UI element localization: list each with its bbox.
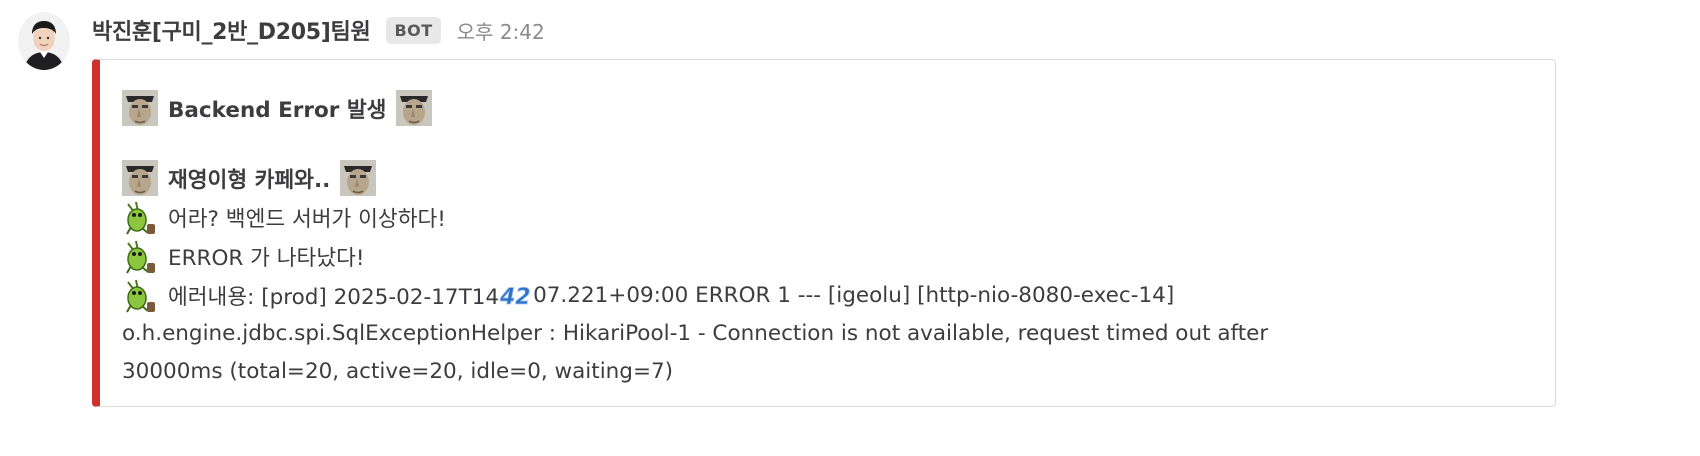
avatar[interactable]: [18, 12, 70, 70]
message-header: 박진훈[구미_2반_D205]팀원 BOT 오후 2:42: [92, 12, 545, 48]
emoji-42-text: 42: [499, 285, 531, 308]
bot-badge: BOT: [386, 16, 441, 44]
attachment-title: Backend Error 발생: [122, 88, 1535, 128]
attachment-subtitle: 재영이형 카페와..: [122, 158, 1535, 198]
timestamp[interactable]: 오후 2:42: [457, 16, 545, 45]
error-detail-line-3: 30000ms (total=20, active=20, idle=0, wa…: [122, 359, 674, 384]
face-emoji-icon: [396, 90, 433, 126]
username[interactable]: 박진훈[구미_2반_D205]팀원: [92, 14, 371, 46]
attachment-title-text: Backend Error 발생: [168, 97, 387, 123]
attachment-line: 어라? 백엔드 서버가 이상하다!: [122, 198, 1535, 237]
attachment-line: ERROR 가 나타났다!: [122, 237, 1535, 276]
number-42-emoji-icon: 42: [499, 284, 533, 310]
face-emoji-icon: [340, 160, 377, 196]
chat-message: 박진훈[구미_2반_D205]팀원 BOT 오후 2:42 Backend Er…: [0, 0, 1700, 456]
error-detail-line: 에러내용: [prod] 2025-02-17T14 42 07.221+09:…: [122, 276, 1535, 315]
error-detail-line-2: o.h.engine.jdbc.spi.SqlExceptionHelper :…: [122, 321, 1269, 346]
face-emoji-icon: [122, 90, 158, 126]
bug-emoji-icon: [122, 239, 158, 275]
error-prefix-text: 에러내용: [prod] 2025-02-17T14: [168, 285, 500, 310]
message-attachment: Backend Error 발생 재영이형 카페와.. 어라? 백엔드 서버가 …: [92, 59, 1556, 407]
error-rest-text: 07.221+09:00 ERROR 1 --- [igeolu] [http-…: [533, 283, 1175, 308]
attachment-body: Backend Error 발생 재영이형 카페와.. 어라? 백엔드 서버가 …: [122, 88, 1535, 391]
attachment-subtitle-text: 재영이형 카페와..: [168, 167, 331, 193]
attachment-line-text: 어라? 백엔드 서버가 이상하다!: [168, 207, 446, 232]
bug-emoji-icon: [122, 200, 158, 236]
attachment-line-text: ERROR 가 나타났다!: [168, 246, 365, 271]
bug-emoji-icon: [122, 278, 158, 314]
face-emoji-icon: [122, 160, 158, 196]
